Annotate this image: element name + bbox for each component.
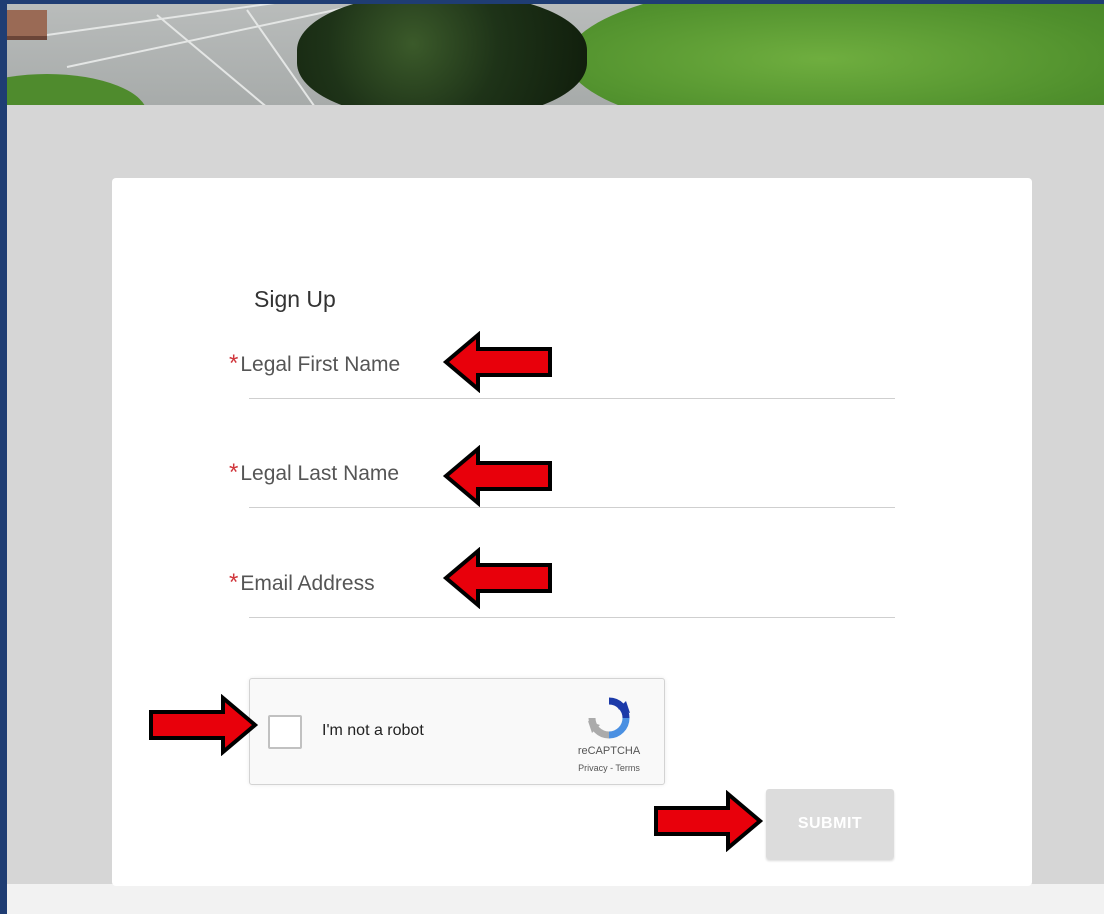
first-name-field[interactable]: *Legal First Name — [229, 350, 899, 410]
recaptcha-label: I'm not a robot — [322, 722, 424, 739]
last-name-field[interactable]: *Legal Last Name — [229, 459, 899, 519]
email-input[interactable] — [249, 569, 899, 621]
page-frame: Sign Up *Legal First Name *Legal Last Na… — [7, 4, 1104, 914]
signup-card: Sign Up *Legal First Name *Legal Last Na… — [112, 178, 1032, 886]
footer-strip — [7, 884, 1104, 914]
email-field[interactable]: *Email Address — [229, 569, 899, 629]
annotation-arrow-email — [442, 547, 552, 609]
annotation-arrow-first-name — [442, 331, 552, 393]
required-marker: * — [229, 459, 239, 486]
annotation-arrow-recaptcha — [149, 694, 259, 756]
email-underline — [249, 617, 895, 618]
first-name-underline — [249, 398, 895, 399]
annotation-arrow-last-name — [442, 445, 552, 507]
last-name-input[interactable] — [249, 459, 899, 511]
recaptcha-privacy-terms[interactable]: Privacy - Terms — [564, 763, 654, 773]
last-name-underline — [249, 507, 895, 508]
recaptcha-checkbox[interactable] — [268, 715, 302, 749]
recaptcha-logo-icon — [588, 697, 630, 739]
first-name-input[interactable] — [249, 350, 899, 402]
required-marker: * — [229, 350, 239, 377]
form-title: Sign Up — [254, 286, 336, 312]
submit-button[interactable]: SUBMIT — [766, 789, 894, 859]
header-banner-image — [7, 4, 1104, 105]
required-marker: * — [229, 569, 239, 596]
recaptcha-widget: I'm not a robot reCAPTCHA Privacy - Term… — [249, 678, 665, 785]
recaptcha-brand: reCAPTCHA — [577, 745, 641, 757]
annotation-arrow-submit — [654, 790, 764, 852]
